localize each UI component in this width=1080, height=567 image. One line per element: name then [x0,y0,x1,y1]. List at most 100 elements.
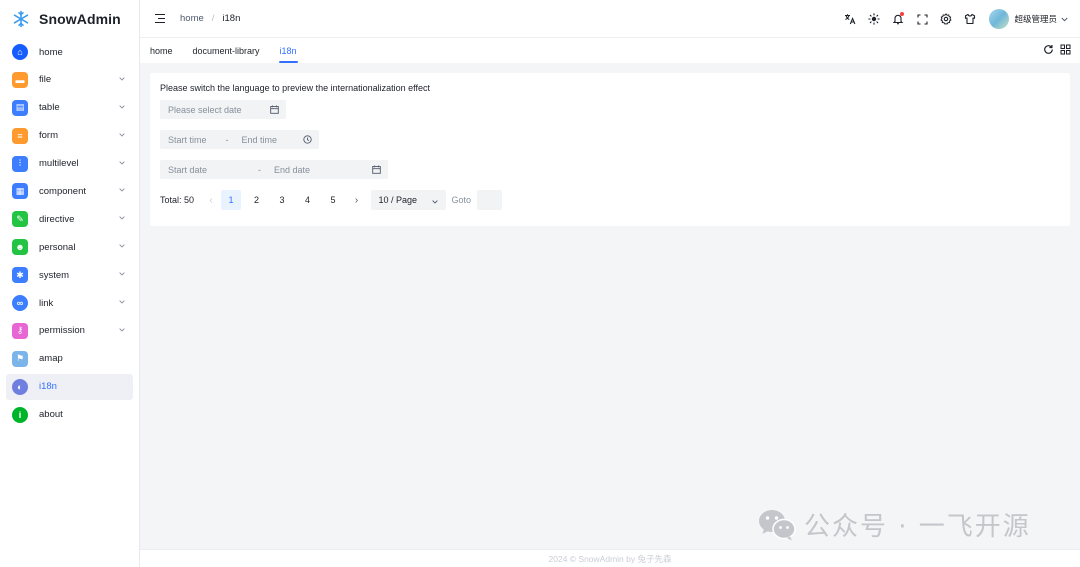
sidebar-item-label: home [39,46,63,58]
fullscreen-icon[interactable] [914,11,930,27]
bell-icon[interactable] [890,11,906,27]
end-time-input[interactable]: End time [242,135,278,145]
about-menu-icon: i [12,406,28,423]
refresh-icon[interactable] [1043,44,1054,55]
sidebar-item-file[interactable]: ▬ file [6,67,133,93]
sidebar-item-label: form [39,130,58,142]
goto-label: Goto [451,195,472,205]
chevron-down-icon [119,216,125,220]
pagination: Total: 50 ‹ 1 2 3 4 5 › 10 / Page Goto [160,190,1060,210]
user-menu[interactable]: 超级管理员 [989,9,1068,29]
watermark-text: 公众号 · 一飞开源 [804,512,1031,542]
form-menu-icon: ≡ [12,127,28,144]
personal-menu-icon: ☻ [12,239,28,256]
snowflake-icon [12,10,30,28]
chevron-down-icon [119,132,125,137]
sidebar-item-label: permission [39,325,85,337]
sidebar-item-component[interactable]: ▦ component [6,178,133,204]
start-date-input[interactable]: Start date [168,165,207,175]
chevron-down-icon [119,77,125,81]
date-picker[interactable]: Please select date [160,100,286,119]
page-size-value: 10 / Page [378,195,418,205]
user-name: 超级管理员 [1014,14,1057,24]
link-menu-icon: ∞ [12,295,28,312]
next-page-icon[interactable]: › [349,190,365,210]
translate-icon[interactable] [842,11,858,27]
page-4[interactable]: 4 [298,190,318,210]
wechat-logo-icon [759,509,796,540]
page-2[interactable]: 2 [247,190,267,210]
calendar-icon [270,105,279,114]
sidebar-item-link[interactable]: ∞ link [6,290,133,316]
app-title: SnowAdmin [39,11,121,27]
sidebar-item-table[interactable]: ▤ table [6,95,133,121]
top-header: home / i18n 超级管理员 [140,0,1080,38]
settings-gear-icon[interactable] [938,11,954,27]
page-5[interactable]: 5 [323,190,343,210]
app-logo[interactable]: SnowAdmin [0,0,139,38]
header-tools: 超级管理员 [842,0,1080,38]
date-picker-placeholder: Please select date [168,104,242,115]
page-3[interactable]: 3 [272,190,292,210]
time-range-separator: - [225,134,229,145]
sidebar-item-directive[interactable]: ✎ directive [6,206,133,232]
clock-icon [303,135,312,144]
chevron-down-icon [119,244,125,248]
breadcrumb-home[interactable]: home [180,13,204,24]
sidebar-item-home[interactable]: ⌂ home [6,39,133,65]
page-description: Please switch the language to preview th… [160,83,431,93]
avatar [989,9,1010,29]
chevron-down-icon [119,328,125,332]
sidebar-item-permission[interactable]: ⚷ permission [6,318,133,344]
grid-menu-icon[interactable] [1060,44,1071,55]
page-1[interactable]: 1 [221,190,242,210]
chevron-down-icon [1061,14,1068,25]
shirt-theme-icon[interactable] [962,11,978,27]
date-range-picker[interactable]: Start date - End date [160,160,388,179]
amap-menu-icon: ⚑ [12,350,28,367]
start-time-input[interactable]: Start time [168,135,207,145]
sun-icon[interactable] [866,11,882,27]
sidebar-item-amap[interactable]: ⚑ amap [6,346,133,372]
sidebar-item-label: multilevel [39,158,79,170]
chevron-down-icon [119,300,125,304]
file-menu-icon: ▬ [12,71,28,88]
tabs-actions [1037,44,1071,55]
breadcrumb-separator: / [211,13,215,24]
chevron-down-icon [119,105,125,109]
sidebar-item-label: link [39,297,54,309]
sidebar-menu: ⌂ home ▬ file ▤ table ≡ form ⫶ multilevel ▦ compone… [0,39,139,428]
chevron-down-icon [431,197,438,204]
sidebar: SnowAdmin ⌂ home ▬ file ▤ table ≡ form ⫶ multilev… [0,0,140,567]
calendar-icon [372,165,381,174]
chevron-down-icon [119,272,125,276]
prev-page-icon[interactable]: ‹ [203,190,219,210]
permission-menu-icon: ⚷ [12,322,28,339]
chevron-down-icon [119,188,125,193]
breadcrumb: home / i18n [180,13,240,24]
component-menu-icon: ▦ [12,183,28,200]
tab-document-library[interactable]: document-library [183,46,270,63]
sidebar-item-label: personal [39,241,76,253]
multilevel-menu-icon: ⫶ [12,155,28,172]
pagination-total: Total: 50 [160,195,195,205]
tab-i18n[interactable]: i18n [270,46,307,63]
sidebar-item-label: amap [39,353,63,365]
goto-page-input[interactable] [477,190,503,210]
sidebar-item-label: table [39,102,60,114]
i18n-menu-icon: ◐ [12,378,28,395]
sidebar-item-multilevel[interactable]: ⫶ multilevel [6,151,133,177]
end-date-input[interactable]: End date [274,165,310,175]
sidebar-item-label: system [39,269,70,281]
sidebar-item-personal[interactable]: ☻ personal [6,234,133,260]
breadcrumb-current: i18n [222,13,241,24]
sidebar-item-i18n[interactable]: ◐ i18n [6,373,133,400]
chevron-down-icon [119,160,125,165]
sidebar-item-about[interactable]: i about [6,402,133,428]
tab-home[interactable]: home [140,46,183,63]
sidebar-item-form[interactable]: ≡ form [6,123,133,149]
page-size-select[interactable]: 10 / Page [370,190,446,210]
menu-fold-icon[interactable] [155,14,165,23]
time-range-picker[interactable]: Start time - End time [160,130,319,149]
sidebar-item-system[interactable]: ✱ system [6,262,133,288]
